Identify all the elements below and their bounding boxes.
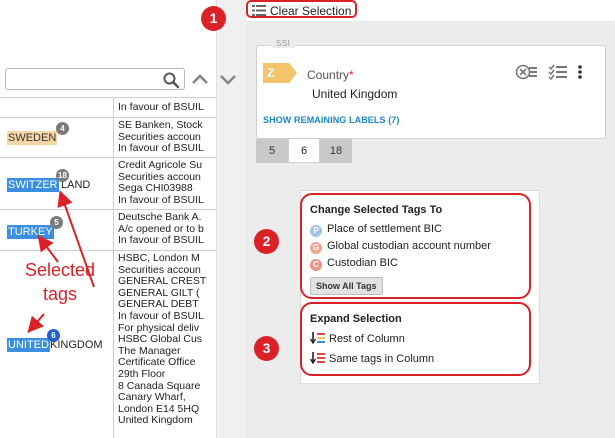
expand-option-label: Rest of Column — [329, 333, 405, 345]
expand-selection-group: Expand Selection Rest of Column Same tag… — [300, 302, 531, 376]
more-options-icon[interactable] — [577, 64, 583, 83]
sort-down-icon — [309, 352, 326, 365]
field-value: United Kingdom — [312, 87, 398, 101]
callout-marker-3: 3 — [254, 336, 279, 361]
tag-grid-pane: In favour of BSUIL SWEDEN 4 SE Banken, S… — [0, 0, 216, 438]
tab-5[interactable]: 5 — [256, 139, 288, 163]
tag-option-label: Custodian BIC — [327, 257, 398, 269]
ssi-panel: SSI Z Country* United Kingdom SHOW REMAI… — [256, 39, 606, 139]
field-label: Country* — [307, 68, 354, 82]
ssi-pane: Clear Selection SSI Z Country* United Ki… — [246, 0, 615, 438]
callout-marker-2: 2 — [254, 229, 279, 254]
selection-actions-popup: Change Selected Tags To P Place of settle… — [300, 190, 540, 384]
sort-down-icon — [309, 332, 326, 345]
show-all-tags-button[interactable]: Show All Tags — [310, 277, 383, 295]
pane-splitter[interactable] — [216, 0, 246, 438]
checklist-icon[interactable] — [548, 64, 568, 83]
expand-selection-title: Expand Selection — [310, 313, 402, 325]
tab-18[interactable]: 18 — [320, 139, 352, 163]
tag-letter: Z — [267, 66, 275, 80]
change-tags-group: Change Selected Tags To P Place of settle… — [300, 193, 531, 299]
tag-letter-icon: C — [310, 259, 322, 271]
tab-6[interactable]: 6 — [288, 139, 320, 163]
tag-option-place-of-settlement-bic[interactable]: P Place of settlement BIC — [310, 223, 442, 237]
change-tags-title: Change Selected Tags To — [310, 204, 443, 216]
clear-selection-button[interactable]: Clear Selection — [246, 0, 358, 18]
required-mark: * — [349, 68, 354, 82]
show-remaining-labels-link[interactable]: SHOW REMAINING LABELS (7) — [263, 115, 400, 125]
tag-option-label: Place of settlement BIC — [327, 223, 442, 235]
app-root: In favour of BSUIL SWEDEN 4 SE Banken, S… — [0, 0, 615, 438]
tag-letter-icon: G — [310, 242, 322, 254]
next-match-icon[interactable] — [219, 70, 237, 91]
ssi-actions — [515, 64, 595, 83]
expand-same-tags-in-column[interactable]: Same tags in Column — [309, 352, 435, 365]
list-icon — [252, 5, 266, 16]
clear-selection-label: Clear Selection — [270, 4, 352, 18]
list-icon[interactable] — [529, 64, 537, 83]
callout-marker-1: 1 — [201, 6, 226, 31]
ssi-title: SSI — [271, 39, 296, 48]
right-toolbar: Clear Selection — [246, 0, 615, 21]
expand-rest-of-column[interactable]: Rest of Column — [309, 332, 405, 345]
expand-option-label: Same tags in Column — [329, 353, 435, 365]
annotation-arrows — [27, 190, 95, 334]
field-label-text: Country — [307, 68, 350, 82]
tag-option-global-custodian-account-number[interactable]: G Global custodian account number — [310, 240, 491, 254]
tag-option-label: Global custodian account number — [327, 240, 491, 252]
tag-option-custodian-bic[interactable]: C Custodian BIC — [310, 257, 398, 271]
tag-letter-icon: P — [310, 225, 322, 237]
